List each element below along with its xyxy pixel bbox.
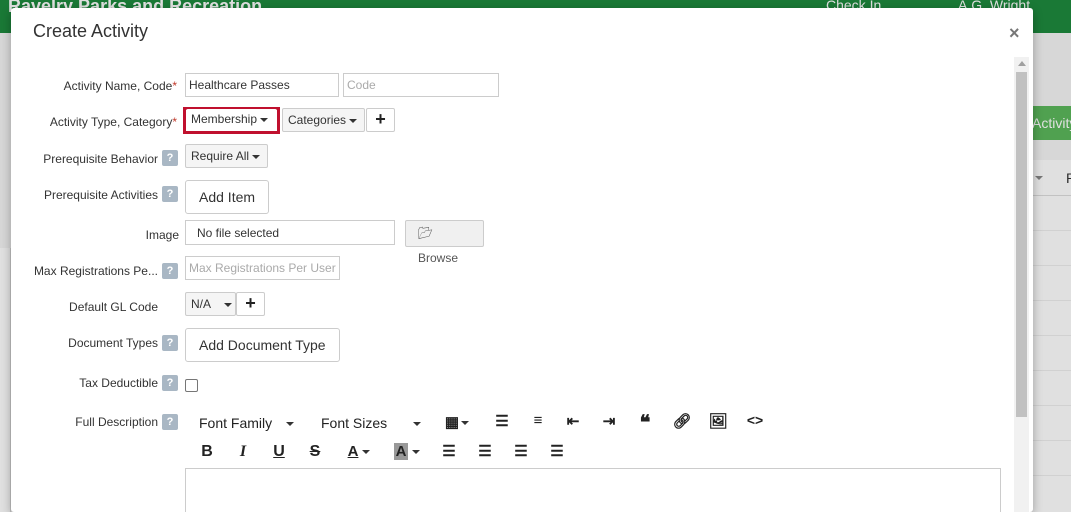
help-icon[interactable]: ?	[162, 335, 178, 351]
help-icon[interactable]: ?	[162, 150, 178, 166]
link-icon[interactable]: 🔗︎	[671, 412, 693, 430]
font-color-icon[interactable]: A	[341, 443, 377, 460]
quote-icon[interactable]: ❝	[634, 410, 656, 435]
image-file-input[interactable]: No file selected	[185, 220, 395, 245]
modal-title: Create Activity	[33, 21, 149, 41]
bold-icon[interactable]: B	[197, 443, 217, 461]
chevron-down-icon	[413, 422, 422, 427]
indent-icon[interactable]: ⇥	[598, 412, 620, 430]
activity-name-label: Activity Name, Code*	[63, 79, 177, 93]
chevron-down-icon	[461, 421, 470, 426]
modal-scrollbar[interactable]	[1014, 57, 1029, 512]
ordered-list-icon[interactable]: ≡	[527, 412, 549, 429]
table-icon[interactable]: ▦	[442, 413, 472, 431]
font-family-dropdown[interactable]: Font Family	[199, 415, 295, 431]
category-dropdown[interactable]: Categories	[282, 108, 365, 132]
max-registrations-input[interactable]: Max Registrations Per User	[185, 256, 340, 280]
image-label: Image	[145, 228, 179, 242]
chevron-down-icon	[224, 302, 233, 307]
italic-icon[interactable]: I	[233, 443, 253, 461]
browse-button[interactable]: 📂︎ Browse	[405, 220, 484, 265]
chevron-down-icon	[260, 117, 269, 122]
highlight-color-icon[interactable]: A	[389, 443, 425, 460]
unordered-list-icon[interactable]: ☰	[491, 412, 513, 430]
strikethrough-icon[interactable]: S	[305, 443, 325, 461]
default-gl-code-label: Default GL Code	[69, 300, 158, 314]
align-left-icon[interactable]: ☰	[438, 442, 460, 460]
document-types-label: Document Types	[68, 336, 158, 350]
code-view-icon[interactable]: <>	[743, 412, 767, 428]
full-description-label: Full Description	[75, 415, 158, 429]
scroll-thumb[interactable]	[1016, 72, 1027, 417]
activity-type-label: Activity Type, Category*	[49, 115, 177, 129]
tax-deductible-label: Tax Deductible	[79, 376, 158, 390]
prereq-behavior-dropdown[interactable]: Require All	[185, 144, 268, 168]
activity-code-input[interactable]: Code	[343, 73, 499, 97]
chevron-down-icon	[362, 450, 371, 455]
scroll-up-icon[interactable]	[1018, 61, 1026, 66]
prereq-behavior-label: Prerequisite Behavior	[43, 152, 158, 166]
activity-type-dropdown[interactable]: Membership	[186, 109, 277, 131]
chevron-down-icon	[412, 450, 421, 455]
align-justify-icon[interactable]: ☰	[546, 442, 568, 460]
tax-deductible-checkbox[interactable]	[185, 379, 198, 392]
add-item-button[interactable]: Add Item	[185, 180, 270, 214]
description-editor[interactable]	[185, 468, 1001, 512]
align-right-icon[interactable]: ☰	[510, 442, 532, 460]
font-sizes-dropdown[interactable]: Font Sizes	[321, 415, 422, 431]
create-activity-modal: Create Activity × Activity Name, Code* H…	[11, 8, 1033, 512]
prereq-activities-label: Prerequisite Activities	[43, 188, 158, 202]
chevron-down-icon	[252, 154, 261, 159]
max-registrations-label: Max Registrations Pe...	[33, 264, 158, 278]
help-icon[interactable]: ?	[162, 375, 178, 391]
default-gl-code-dropdown[interactable]: N/A	[185, 292, 236, 316]
add-category-button[interactable]: +	[366, 108, 395, 132]
chevron-down-icon	[349, 118, 358, 123]
help-icon[interactable]: ?	[162, 186, 178, 202]
underline-icon[interactable]: U	[269, 443, 289, 461]
help-icon[interactable]: ?	[162, 414, 178, 430]
add-document-type-button[interactable]: Add Document Type	[185, 328, 340, 362]
image-icon[interactable]: 🖼︎	[707, 412, 729, 430]
outdent-icon[interactable]: ⇤	[562, 412, 584, 430]
activity-name-input[interactable]: Healthcare Passes	[185, 73, 339, 97]
close-icon[interactable]: ×	[1009, 23, 1020, 44]
add-gl-code-button[interactable]: +	[236, 292, 265, 316]
chevron-down-icon	[286, 422, 295, 427]
folder-open-icon: 📂︎	[418, 226, 434, 240]
align-center-icon[interactable]: ☰	[474, 442, 496, 460]
help-icon[interactable]: ?	[162, 263, 178, 279]
